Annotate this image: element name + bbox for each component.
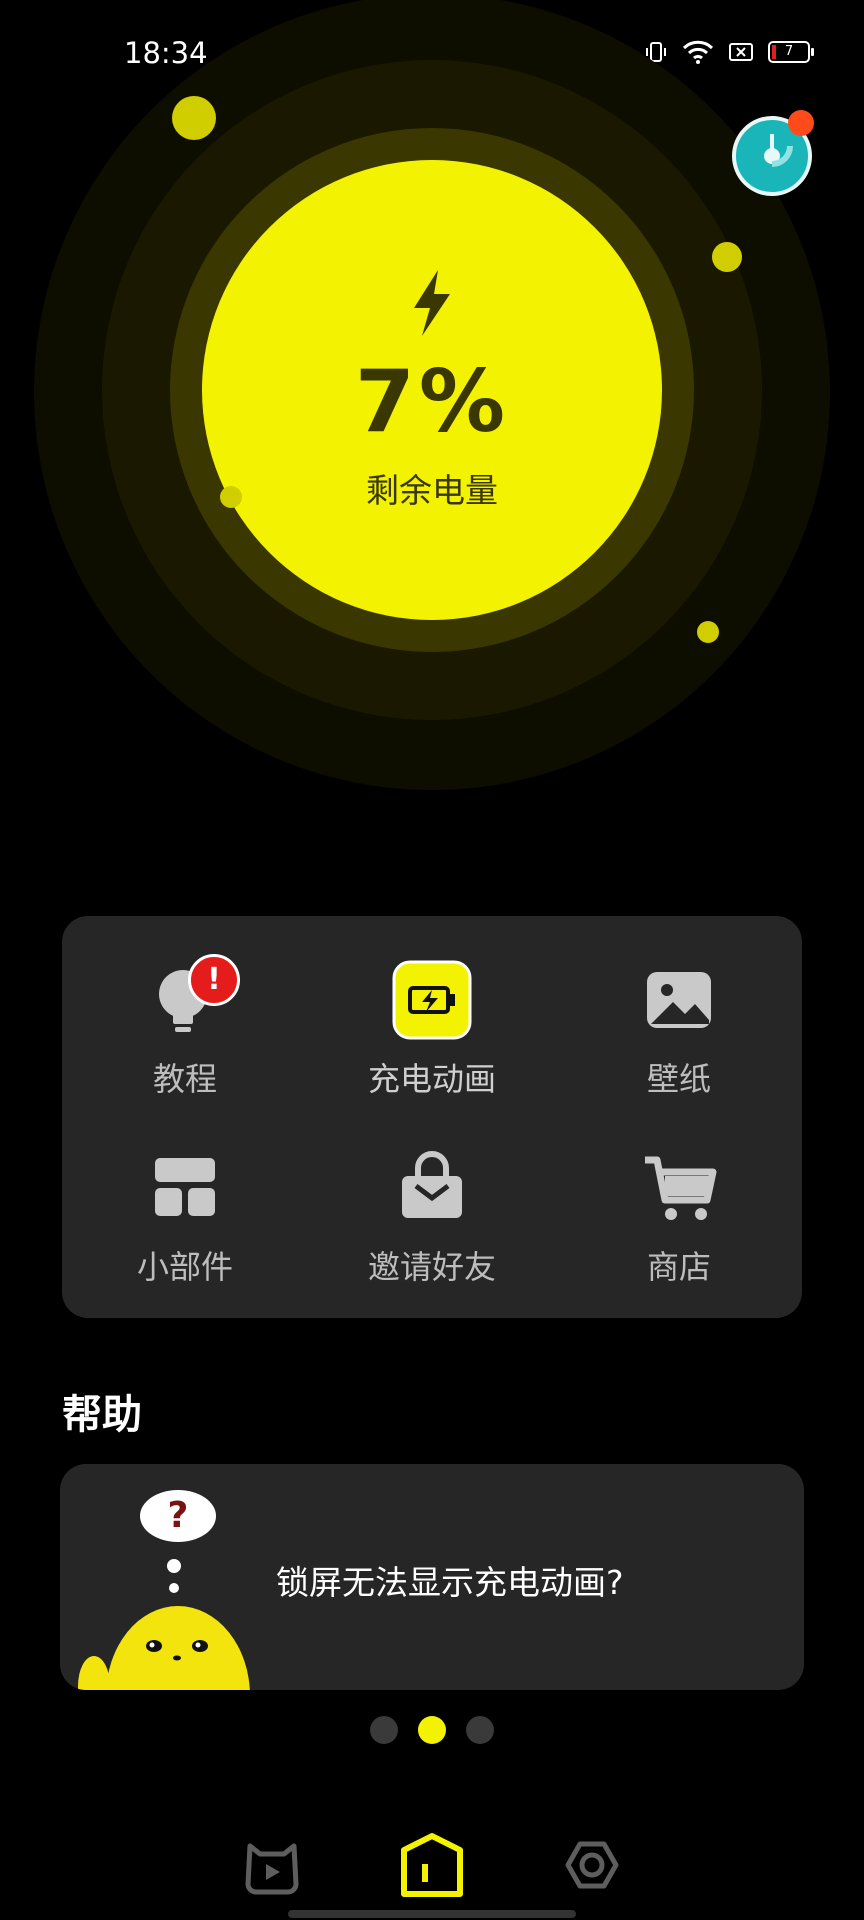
feature-label: 商店 — [646, 1248, 711, 1286]
gift-bag-icon — [402, 1151, 462, 1218]
help-question: 锁屏无法显示充电动画? — [276, 1563, 624, 1602]
orbit-dot — [697, 621, 719, 643]
cart-icon — [645, 1156, 717, 1220]
page-dot[interactable] — [370, 1716, 398, 1744]
page-dot-active[interactable] — [418, 1716, 446, 1744]
charging-animation-icon — [392, 960, 472, 1040]
feature-wallpaper[interactable]: 壁纸 — [556, 958, 802, 1118]
nav-settings[interactable] — [552, 1830, 632, 1900]
feature-panel: ! 教程 充电动画 壁纸 小部件 邀请好友 商店 — [62, 916, 802, 1318]
battery-caption: 剩余电量 — [366, 471, 498, 510]
nav-pet[interactable] — [232, 1830, 312, 1900]
feature-invite-friends[interactable]: 邀请好友 — [309, 1146, 555, 1306]
pet-icon — [245, 1843, 299, 1895]
question-bubble-text: ? — [167, 1495, 189, 1536]
feature-widgets[interactable]: 小部件 — [62, 1146, 308, 1306]
feature-label: 教程 — [152, 1060, 217, 1098]
notification-dot — [788, 110, 814, 136]
orbit-dot — [172, 96, 216, 140]
alert-badge: ! — [188, 954, 240, 1006]
home-indicator — [288, 1910, 576, 1918]
battery-percent: 7% — [354, 352, 509, 452]
feature-charging-animation[interactable]: 充电动画 — [309, 958, 555, 1118]
help-card[interactable]: ? 锁屏无法显示充电动画? — [60, 1464, 804, 1690]
bottom-nav — [0, 1820, 864, 1910]
feature-tutorial[interactable]: ! 教程 — [62, 954, 308, 1118]
orbit-dot — [712, 242, 742, 272]
feature-label: 充电动画 — [367, 1060, 496, 1098]
feature-store[interactable]: 商店 — [556, 1146, 802, 1306]
nav-home[interactable] — [392, 1830, 472, 1900]
home-icon — [401, 1833, 463, 1897]
image-icon — [647, 972, 711, 1028]
feature-label: 壁纸 — [646, 1060, 711, 1098]
widgets-icon — [155, 1158, 215, 1216]
battery-hero: 7% 剩余电量 — [0, 0, 864, 800]
settings-icon — [565, 1841, 619, 1889]
page-dot[interactable] — [466, 1716, 494, 1744]
feature-label: 邀请好友 — [367, 1248, 496, 1286]
feature-label: 小部件 — [136, 1248, 233, 1286]
help-title: 帮助 — [62, 1392, 142, 1438]
lightning-bolt-icon — [414, 270, 450, 336]
page-indicator — [0, 1716, 864, 1744]
